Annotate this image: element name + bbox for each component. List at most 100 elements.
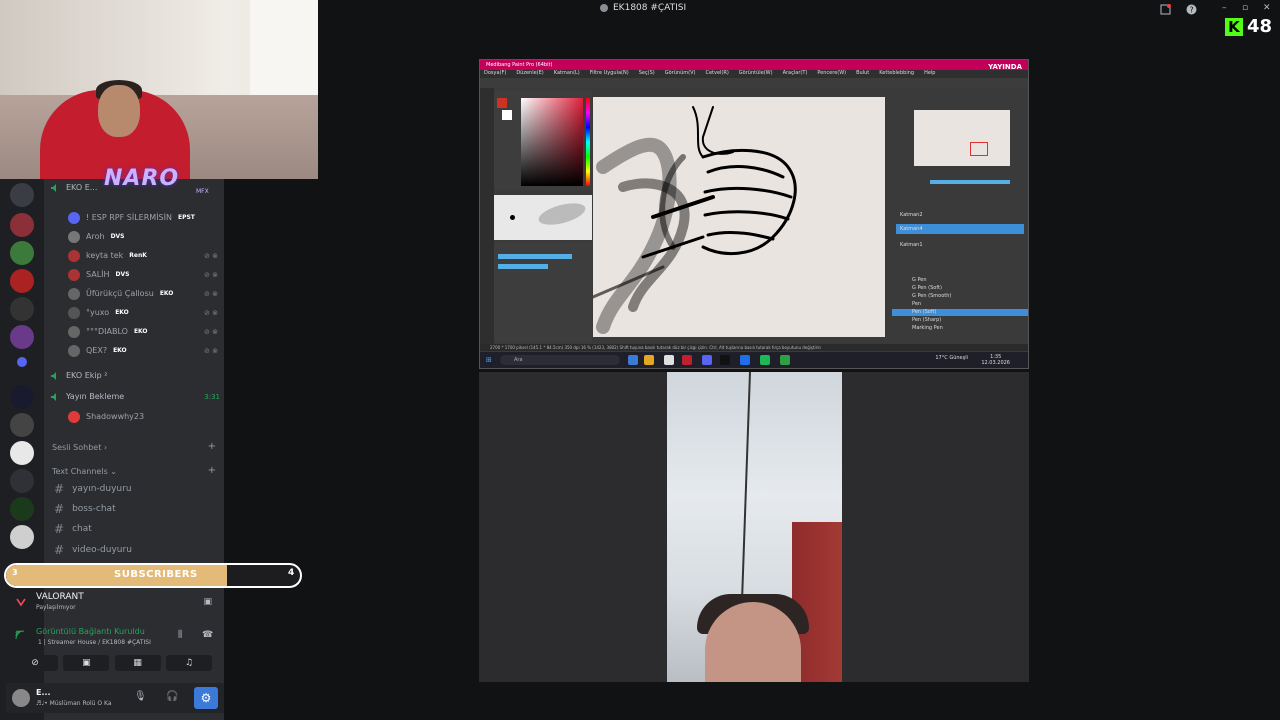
disconnect-icon[interactable]: ☎ [202, 630, 213, 640]
menu-item[interactable]: Katman(L) [554, 70, 580, 78]
menu-item[interactable]: Görünüm(V) [665, 70, 696, 78]
server-icon[interactable] [10, 469, 34, 493]
color-sv-picker[interactable] [521, 98, 583, 186]
windows-start-icon[interactable]: ⊞ [486, 356, 492, 364]
menu-item[interactable]: Bulut [856, 70, 869, 78]
secondary-color-swatch[interactable] [502, 110, 512, 120]
menu-item[interactable]: Görüntüle(W) [739, 70, 773, 78]
voice-channel-yayin-bekleme[interactable]: Yayın Bekleme 3:31 [50, 388, 220, 405]
taskbar-app-icon[interactable] [740, 355, 750, 365]
paint-tool-strip[interactable] [480, 88, 494, 344]
inbox-icon[interactable] [1160, 4, 1171, 15]
server-icon[interactable] [10, 497, 34, 521]
brush-row[interactable]: Marking Pen [892, 325, 1028, 332]
avatar[interactable] [12, 689, 30, 707]
menu-item[interactable]: Seç(S) [639, 70, 655, 78]
menu-item[interactable]: Ketteblebbing [879, 70, 914, 78]
voice-user[interactable]: QEX? EKO ⊘ ⊗ [68, 342, 222, 359]
menu-item[interactable]: Araçlar(T) [783, 70, 808, 78]
brush-row[interactable]: Pen [892, 301, 1028, 308]
taskbar-app-icon[interactable] [664, 355, 674, 365]
voice-user[interactable]: SALİH DVS ⊘ ⊗ [68, 266, 222, 283]
server-icon[interactable] [10, 241, 34, 265]
brush-opacity-slider[interactable] [498, 264, 548, 269]
brush-row[interactable]: Pen (Sharp) [892, 317, 1028, 324]
voice-user[interactable]: Aroh DVS [68, 228, 222, 245]
brush-row-selected[interactable]: Pen (Soft) [892, 309, 1028, 316]
speaker-icon [51, 392, 56, 401]
color-hue-slider[interactable] [586, 98, 590, 186]
layer-row[interactable]: Katman1 [896, 240, 1024, 250]
taskbar-clock[interactable]: 1:35 12.03.2026 [981, 354, 1010, 366]
navigator-preview[interactable] [914, 110, 1010, 166]
headphones-icon[interactable]: 🎧 [166, 691, 178, 702]
voice-user[interactable]: Üfürükçü Çallosu EKO ⊘ ⊗ [68, 285, 222, 302]
brush-row[interactable]: G Pen (Smooth) [892, 293, 1028, 300]
taskbar-app-icon[interactable] [682, 355, 692, 365]
server-icon[interactable] [10, 213, 34, 237]
primary-color-swatch[interactable] [497, 98, 507, 108]
menu-item[interactable]: Düzenle(E) [516, 70, 543, 78]
text-channel[interactable]: # boss-chat [54, 500, 116, 518]
menu-item[interactable]: Pencere(W) [817, 70, 846, 78]
taskbar-weather[interactable]: 17°C Güneşli [935, 355, 968, 361]
voice-user[interactable]: Shadowwhy23 [68, 408, 222, 425]
soundboard-button[interactable]: ♫ [165, 655, 212, 671]
taskbar-app-icon[interactable] [760, 355, 770, 365]
text-channel[interactable]: # video-duyuru [54, 541, 132, 559]
menu-item[interactable]: Dosya(F) [484, 70, 506, 78]
voice-user[interactable]: °°°DIABLO EKO ⊘ ⊗ [68, 323, 222, 340]
text-channel[interactable]: # chat [54, 520, 92, 538]
taskbar-app-icon[interactable] [780, 355, 790, 365]
taskbar-app-icon[interactable] [720, 355, 730, 365]
screen-share-button[interactable]: ▣ [63, 655, 110, 671]
server-icon[interactable] [10, 413, 34, 437]
category-text-channels[interactable]: Text Channels ⌄ [52, 467, 117, 476]
taskbar-app-icon[interactable] [628, 355, 638, 365]
activities-button[interactable]: ▦ [114, 655, 161, 671]
menu-item[interactable]: Help [924, 70, 935, 78]
voice-user[interactable]: keyta tek RenK ⊘ ⊗ [68, 247, 222, 264]
maximize-button[interactable]: ▫ [1242, 3, 1248, 13]
text-channel-name: video-duyuru [72, 545, 132, 555]
server-icon[interactable] [10, 525, 34, 549]
server-folder-icon[interactable] [17, 357, 27, 367]
noise-suppression-icon[interactable]: ⫼ [178, 630, 182, 640]
taskbar-search[interactable]: Ara [500, 355, 620, 365]
activity-panel[interactable]: VALORANT Paylaşılmıyor ▣ [6, 591, 220, 617]
server-icon[interactable] [10, 385, 34, 409]
server-icon[interactable] [10, 441, 34, 465]
connection-location[interactable]: 1 | Streamer House / EK1808 #ÇATISI [38, 639, 151, 646]
minimize-button[interactable]: – [1222, 3, 1227, 13]
voice-user[interactable]: °yuxo EKO ⊘ ⊗ [68, 304, 222, 321]
camera-toggle-button[interactable]: ⊘ [12, 655, 58, 671]
help-icon[interactable]: ? [1186, 4, 1197, 15]
stream-preview-icon[interactable]: ▣ [203, 597, 212, 607]
voice-user[interactable]: ! ESP RPF SİLERMİSİN EPST [68, 209, 222, 226]
server-icon[interactable] [10, 269, 34, 293]
naro-logo-sub: MFX [196, 188, 209, 195]
taskbar-app-icon[interactable] [644, 355, 654, 365]
menu-item[interactable]: Cetvel(R) [705, 70, 728, 78]
menu-item[interactable]: Filtre Uygula(N) [590, 70, 629, 78]
category-sesli-sohbet[interactable]: Sesli Sohbet › [52, 443, 107, 452]
voice-channel-eko[interactable]: EKO E... [50, 179, 97, 196]
close-button[interactable]: ✕ [1263, 3, 1271, 13]
voice-channel-eko-ekip[interactable]: EKO Ekip ² [50, 367, 107, 384]
layer-row-selected[interactable]: Katman4 [896, 224, 1024, 234]
brush-size-slider[interactable] [498, 254, 572, 259]
server-icon[interactable] [10, 297, 34, 321]
microphone-icon[interactable]: 🎙 [134, 691, 147, 702]
brush-row[interactable]: G Pen (Soft) [892, 285, 1028, 292]
taskbar-app-icon[interactable] [702, 355, 712, 365]
text-channel[interactable]: # yayın-duyuru [54, 480, 132, 498]
settings-gear-icon[interactable]: ⚙ [194, 687, 218, 709]
add-channel-button[interactable]: + [208, 441, 216, 452]
layer-row[interactable]: Katman2 [896, 210, 1024, 220]
layer-opacity-slider[interactable] [930, 180, 1010, 184]
add-channel-button[interactable]: + [208, 465, 216, 476]
brush-row[interactable]: G Pen [892, 277, 1028, 284]
server-icon[interactable] [10, 325, 34, 349]
server-icon[interactable] [10, 183, 34, 207]
drawing-canvas[interactable] [593, 97, 885, 337]
